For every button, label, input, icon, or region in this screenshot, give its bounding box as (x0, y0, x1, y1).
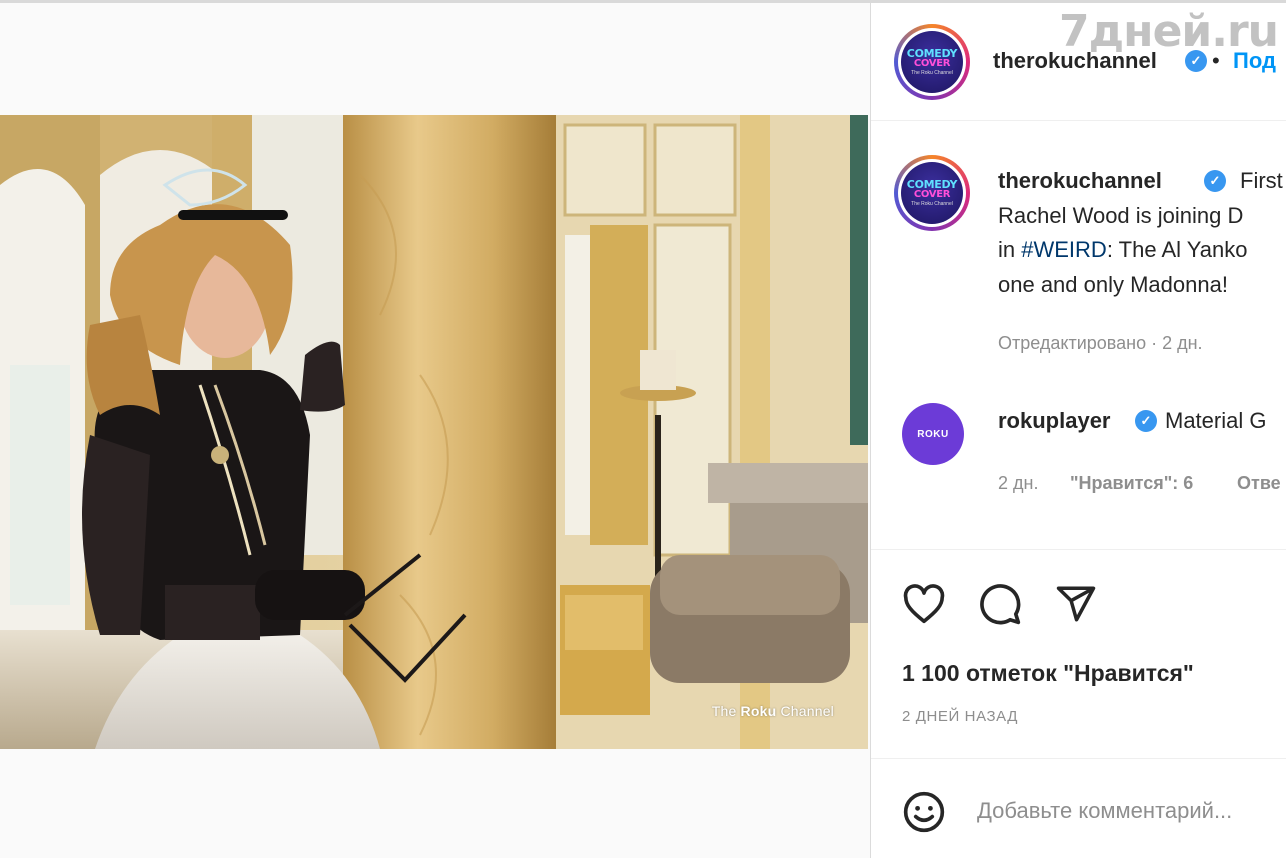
caption-meta: Отредактировано · 2 дн. (998, 333, 1203, 353)
verified-badge-icon: ✓ (1204, 170, 1226, 192)
comment-text: Material G (1165, 408, 1267, 433)
comment-time: 2 дн. (998, 473, 1039, 493)
header-divider (871, 120, 1286, 121)
verified-badge-icon: ✓ (1135, 410, 1157, 432)
caption-author-avatar[interactable]: COMEDY COVER The Roku Channel (894, 155, 970, 231)
post-actions (901, 581, 1099, 627)
caption-username[interactable]: therokuchannel (998, 168, 1162, 193)
comment-icon (980, 584, 1021, 625)
hashtag-link[interactable]: #WEIRD (1021, 237, 1107, 262)
add-comment-bar (871, 759, 1286, 858)
image-watermark: The Roku Channel (711, 703, 834, 719)
comedy-cover-logo: COMEDY COVER The Roku Channel (901, 31, 963, 93)
comedy-cover-logo: COMEDY COVER The Roku Channel (901, 162, 963, 224)
post-side-panel: COMEDY COVER The Roku Channel therokucha… (870, 3, 1286, 858)
caption-line-2: Rachel Wood is joining D (998, 203, 1244, 228)
commenter-username[interactable]: rokuplayer (998, 408, 1111, 434)
instagram-post-page: The Roku Channel COMEDY COVER The Roku C… (0, 0, 1286, 858)
caption-line-3: in #WEIRD: The Al Yanko (998, 237, 1248, 262)
comment-input[interactable] (977, 791, 1286, 831)
author-avatar[interactable]: COMEDY COVER The Roku Channel (894, 24, 970, 100)
post-time-ago[interactable]: 2 дней назад (902, 708, 1018, 725)
actions-divider (871, 549, 1286, 550)
likes-count[interactable]: 1 100 отметок "Нравится" (902, 660, 1194, 687)
post-photo-illustration (0, 115, 868, 749)
comment-likes-button[interactable]: "Нравится": 6 (1070, 473, 1193, 494)
caption-line-1: therokuchannel (998, 168, 1162, 194)
site-watermark-logo: 7дней.ru (1059, 6, 1279, 57)
reply-button[interactable]: Отве (1237, 473, 1281, 494)
post-image[interactable]: The Roku Channel (0, 115, 868, 749)
caption-text-start: First l (1240, 168, 1286, 193)
share-button[interactable] (1053, 581, 1099, 627)
caption-line-4: one and only Madonna! (998, 272, 1228, 297)
share-icon (1056, 586, 1096, 622)
commenter-avatar[interactable]: ROKU (902, 403, 964, 465)
emoji-icon (903, 791, 945, 833)
like-button[interactable] (901, 581, 947, 627)
comment-button[interactable] (977, 581, 1023, 627)
emoji-button[interactable] (901, 789, 947, 835)
heart-icon (903, 584, 945, 624)
